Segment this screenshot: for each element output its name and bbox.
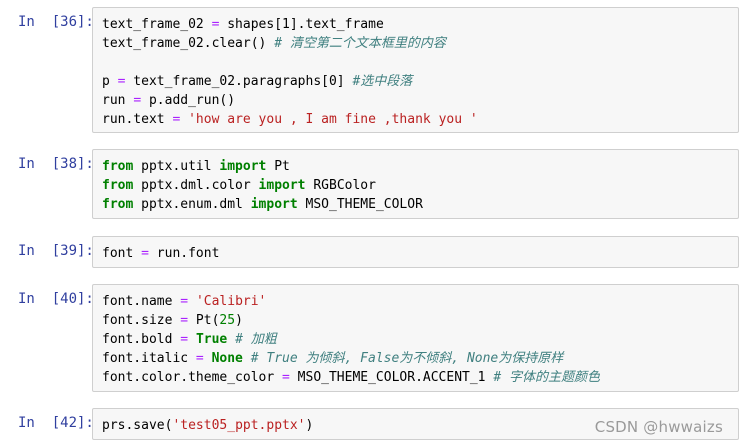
code-line: font = run.font — [102, 244, 219, 263]
code-token: font.italic — [102, 351, 196, 366]
code-token: p.add_run() — [141, 93, 236, 108]
code-line: text_frame_02 = shapes[1].text_frame — [102, 15, 478, 34]
comment-token: # 字体的主题颜色 — [493, 370, 600, 385]
keyword-token: True — [195, 332, 228, 347]
code-line: font.bold = True # 加粗 — [102, 330, 600, 349]
code-block[interactable]: from pptx.util import Pt from pptx.dml.co… — [102, 157, 423, 214]
code-cell[interactable]: In [39]: font = run.font — [0, 236, 739, 268]
code-token: run — [102, 93, 134, 108]
code-input-area[interactable]: font = run.font — [92, 236, 739, 268]
code-token: MSO_THEME_COLOR.ACCENT_1 — [289, 370, 494, 385]
code-line: prs.save('test05_ppt.pptx') — [102, 416, 313, 435]
code-token: text_frame_02.paragraphs[0] — [125, 74, 353, 89]
code-token: prs.save( — [102, 418, 173, 433]
code-line: text_frame_02.clear() # 清空第二个文本框里的内容 — [102, 34, 478, 53]
code-input-area[interactable]: from pptx.util import Pt from pptx.dml.co… — [92, 149, 739, 219]
code-line: run.text = 'how are you , I am fine ,tha… — [102, 110, 478, 129]
code-token: font.bold — [102, 332, 181, 347]
code-input-area[interactable]: font.name = 'Calibri' font.size = Pt(25) f… — [92, 284, 739, 392]
code-line: from pptx.enum.dml import MSO_THEME_COLO… — [102, 195, 423, 214]
code-token: pptx.enum.dml — [133, 197, 251, 212]
code-token: font — [102, 246, 142, 261]
code-cell[interactable]: In [36]: text_frame_02 = shapes[1].text_… — [0, 7, 739, 133]
code-token: RGBColor — [305, 178, 376, 193]
code-line: p = text_frame_02.paragraphs[0] #选中段落 — [102, 72, 478, 91]
keyword-token: import — [219, 159, 267, 174]
operator-token: = — [180, 294, 189, 309]
code-token: run.text — [102, 112, 173, 127]
code-token: Pt( — [188, 313, 220, 328]
code-line: from pptx.util import Pt — [102, 157, 423, 176]
code-line: font.name = 'Calibri' — [102, 292, 600, 311]
comment-token: #选中段落 — [352, 74, 413, 89]
code-token: font.name — [102, 294, 181, 309]
code-line: run = p.add_run() — [102, 91, 478, 110]
code-line: font.size = Pt(25) — [102, 311, 600, 330]
operator-token: = — [133, 93, 142, 108]
operator-token: = — [282, 370, 290, 385]
cell-prompt: In [39]: — [18, 243, 94, 259]
code-input-area[interactable]: text_frame_02 = shapes[1].text_frame text… — [92, 7, 739, 133]
code-token: font.size — [102, 313, 181, 328]
operator-token: = — [180, 332, 189, 347]
string-token: 'Calibri' — [195, 294, 267, 309]
string-token: 'test05_ppt.pptx' — [172, 418, 306, 433]
keyword-token: from — [102, 159, 134, 174]
code-line: from pptx.dml.color import RGBColor — [102, 176, 423, 195]
comment-token: # 加粗 — [235, 332, 277, 347]
code-block[interactable]: font = run.font — [102, 244, 219, 263]
code-token: shapes[1].text_frame — [219, 17, 384, 32]
string-token: 'how are you , I am fine ,thank you ' — [188, 112, 478, 127]
comment-token: # 清空第二个文本框里的内容 — [274, 36, 446, 51]
code-cell[interactable]: In [40]: font.name = 'Calibri' font.size … — [0, 284, 739, 392]
code-token: ) — [235, 313, 243, 328]
cell-prompt: In [36]: — [18, 14, 94, 30]
code-token: text_frame_02.clear() — [102, 36, 275, 51]
watermark: CSDN @hwwaizs — [594, 418, 723, 436]
cell-prompt: In [42]: — [18, 415, 94, 431]
keyword-token: from — [102, 197, 134, 212]
keyword-token: from — [102, 178, 134, 193]
comment-token: # True 为倾斜, False为不倾斜, None为保持原样 — [250, 351, 564, 366]
code-token: MSO_THEME_COLOR — [297, 197, 423, 212]
cell-prompt: In [40]: — [18, 291, 94, 307]
operator-token: = — [141, 246, 149, 261]
keyword-token: None — [211, 351, 243, 366]
operator-token: = — [195, 351, 204, 366]
keyword-token: import — [250, 197, 298, 212]
code-token: p — [102, 74, 118, 89]
cell-prompt: In [38]: — [18, 156, 94, 172]
code-block[interactable]: font.name = 'Calibri' font.size = Pt(25) f… — [102, 292, 600, 387]
code-line: font.italic = None # True 为倾斜, False为不倾斜… — [102, 349, 600, 368]
keyword-token: import — [258, 178, 306, 193]
code-token: run.font — [148, 246, 220, 261]
code-token: ) — [305, 418, 314, 433]
code-token: text_frame_02 — [102, 17, 212, 32]
code-cell[interactable]: In [38]: from pptx.util import Pt from pp… — [0, 149, 739, 219]
code-block[interactable]: prs.save('test05_ppt.pptx') — [102, 416, 313, 435]
code-token: pptx.dml.color — [133, 178, 259, 193]
code-block[interactable]: text_frame_02 = shapes[1].text_frame text… — [102, 15, 478, 129]
number-token: 25 — [219, 313, 236, 328]
code-token: pptx.util — [133, 159, 220, 174]
code-line: font.color.theme_color = MSO_THEME_COLOR… — [102, 368, 600, 387]
code-token: font.color.theme_color — [102, 370, 283, 385]
code-token: Pt — [266, 159, 290, 174]
operator-token: = — [180, 313, 189, 328]
